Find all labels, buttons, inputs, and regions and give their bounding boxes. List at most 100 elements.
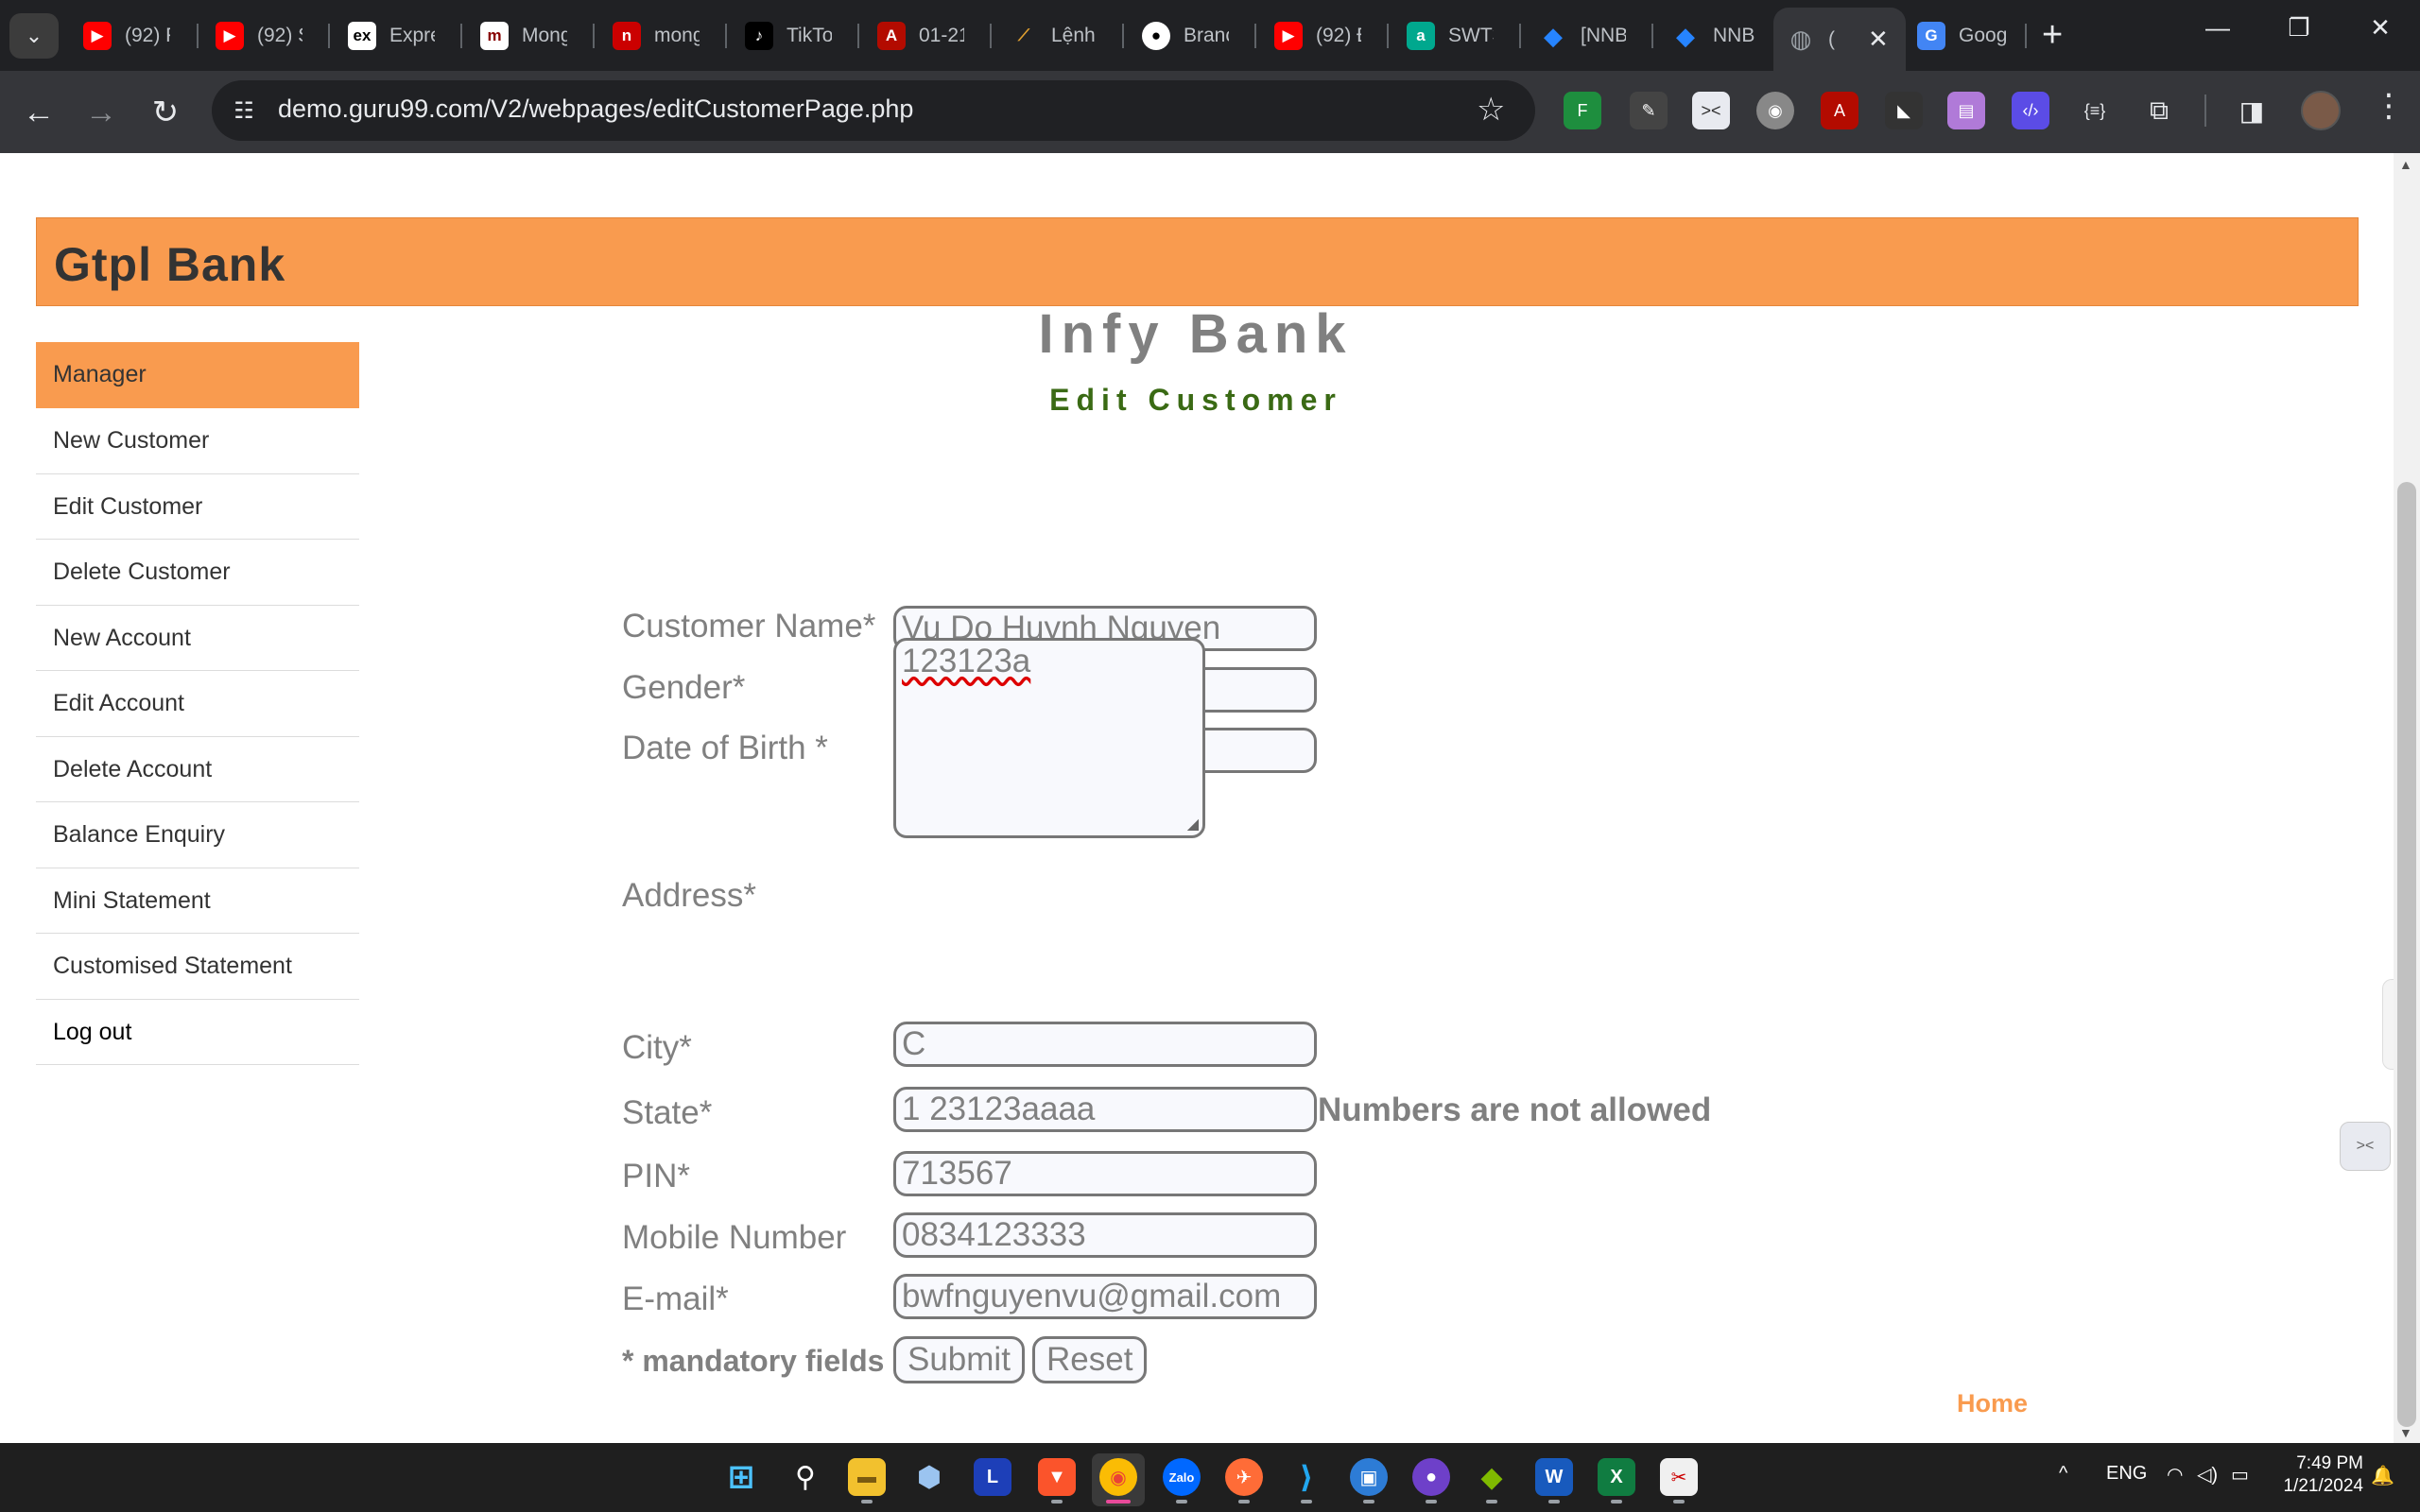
reset-button[interactable]: Reset	[1032, 1336, 1148, 1383]
browser-tab[interactable]: ● Branc	[1129, 8, 1242, 64]
scroll-up-arrow[interactable]: ▲	[2399, 157, 2412, 172]
running-indicator	[1426, 1500, 1437, 1503]
tab-separator	[990, 24, 992, 48]
sourcetree-icon[interactable]: ◆	[1473, 1458, 1511, 1496]
submit-button[interactable]: Submit	[893, 1336, 1025, 1383]
volume-icon[interactable]: ◁)	[2197, 1463, 2218, 1486]
extension-icon[interactable]: ><	[1692, 92, 1730, 129]
menu-item-delete-customer[interactable]: Delete Customer	[36, 540, 359, 606]
menu-item-customised-statement[interactable]: Customised Statement	[36, 934, 359, 1000]
close-window-button[interactable]: ✕	[2352, 13, 2409, 43]
more-menu-icon[interactable]: ⋮	[2373, 87, 2405, 125]
resize-handle-icon[interactable]: ◢	[1187, 815, 1199, 833]
bookmark-star-icon[interactable]: ☆	[1477, 91, 1505, 129]
browser-tab[interactable]: A 01-21	[864, 8, 977, 64]
extension-icon[interactable]: ◉	[1756, 92, 1794, 129]
browser-tab[interactable]: ◆ NNB I	[1658, 8, 1772, 64]
menu-item-delete-account[interactable]: Delete Account	[36, 737, 359, 802]
menu-item-log-out[interactable]: Log out	[36, 1000, 359, 1065]
tray-overflow-icon[interactable]: ^	[2059, 1463, 2067, 1485]
minimize-button[interactable]: —	[2189, 13, 2246, 43]
vscode-icon[interactable]: ⟩	[1288, 1458, 1325, 1496]
wifi-icon[interactable]: ◠	[2167, 1463, 2183, 1486]
l-app-icon[interactable]: L	[974, 1458, 1011, 1496]
menu-item-new-account[interactable]: New Account	[36, 606, 359, 671]
file-explorer-icon[interactable]: ▬	[848, 1458, 886, 1496]
screen-app-icon[interactable]: ▣	[1350, 1458, 1388, 1496]
browser-tab[interactable]: G Goog	[1904, 8, 2027, 64]
pin-field[interactable]: 713567	[893, 1151, 1317, 1196]
word-icon[interactable]: W	[1535, 1458, 1573, 1496]
browser-tab[interactable]: ▶ (92) Đ	[1261, 8, 1374, 64]
sidebar-menu: Manager New Customer Edit Customer Delet…	[36, 342, 359, 1065]
github-desktop-icon[interactable]: ●	[1412, 1458, 1450, 1496]
tab-separator	[1651, 24, 1653, 48]
3d-app-icon[interactable]: ⬢	[910, 1458, 948, 1496]
floating-widget-icon[interactable]: ><	[2340, 1122, 2391, 1171]
restore-button[interactable]: ❐	[2271, 13, 2327, 43]
browser-tab[interactable]: ♪ TikTok	[732, 8, 845, 64]
reload-button[interactable]: ↻	[144, 91, 187, 134]
windows-start-icon[interactable]: ⊞	[722, 1458, 760, 1496]
browser-tab[interactable]: a SWT3	[1393, 8, 1507, 64]
json-extension-icon[interactable]: {≡}	[2076, 92, 2114, 129]
extension-icon[interactable]: ‹/›	[2012, 92, 2049, 129]
menu-item-edit-customer[interactable]: Edit Customer	[36, 474, 359, 540]
browser-tab[interactable]: ▶ (92) S	[202, 8, 316, 64]
language-indicator[interactable]: ENG	[2106, 1463, 2147, 1485]
scroll-down-arrow[interactable]: ▼	[2399, 1425, 2412, 1440]
clock-date: 1/21/2024	[2283, 1476, 2363, 1496]
snipping-tool-icon[interactable]: ✂	[1660, 1458, 1698, 1496]
extension-icon[interactable]: ▤	[1947, 92, 1985, 129]
running-indicator	[1548, 1500, 1560, 1503]
extension-icon[interactable]: F	[1564, 92, 1601, 129]
browser-tab[interactable]: n mong	[599, 8, 713, 64]
state-field[interactable]: 1 23123aaaa	[893, 1087, 1317, 1132]
zalo-icon[interactable]: Zalo	[1163, 1458, 1201, 1496]
tab-search-button[interactable]: ⌄	[9, 13, 59, 59]
chrome-icon[interactable]: ◉	[1099, 1458, 1137, 1496]
menu-item-mini-statement[interactable]: Mini Statement	[36, 868, 359, 934]
home-link[interactable]: Home	[1957, 1389, 2028, 1418]
browser-tab[interactable]: ⟋ Lệnh g	[996, 8, 1110, 64]
browser-tab[interactable]: ex Expre	[335, 8, 448, 64]
close-tab-icon[interactable]: ✕	[1868, 25, 1889, 54]
google-translate-icon: G	[1917, 22, 1945, 50]
jira-icon: ◆	[1544, 21, 1563, 50]
state-error-message: Numbers are not allowed	[1318, 1091, 1712, 1128]
extensions-puzzle-icon[interactable]: ⧉	[2140, 92, 2178, 129]
address-textarea[interactable]: 123123a ◢	[893, 638, 1205, 838]
mobile-field[interactable]: 0834123333	[893, 1212, 1317, 1258]
email-field[interactable]: bwfnguyenvu@gmail.com	[893, 1274, 1317, 1319]
browser-tab-active[interactable]: ◍ ( ✕	[1773, 8, 1906, 71]
site-settings-icon[interactable]: ☷	[229, 95, 259, 126]
side-panel-icon[interactable]: ◨	[2233, 92, 2271, 129]
pdf-extension-icon[interactable]: A	[1821, 92, 1858, 129]
forward-button[interactable]: →	[79, 91, 123, 134]
back-button[interactable]: ←	[17, 91, 60, 134]
tab-separator	[725, 24, 727, 48]
scrollbar-thumb[interactable]	[2397, 482, 2416, 1427]
battery-icon[interactable]: ▭	[2231, 1463, 2249, 1486]
notification-bell-icon[interactable]: 🔔	[2371, 1464, 2394, 1487]
brave-icon[interactable]: ▼	[1038, 1458, 1076, 1496]
extension-icon[interactable]: ✎	[1630, 92, 1668, 129]
browser-tab[interactable]: ◆ [NNB	[1526, 8, 1639, 64]
excel-icon[interactable]: X	[1598, 1458, 1635, 1496]
postman-icon[interactable]: ✈	[1225, 1458, 1263, 1496]
search-icon[interactable]: ⚲	[786, 1458, 824, 1496]
city-field[interactable]: C	[893, 1022, 1317, 1067]
menu-item-balance-enquiry[interactable]: Balance Enquiry	[36, 802, 359, 868]
browser-tab[interactable]: m Mong	[467, 8, 580, 64]
tab-separator	[1254, 24, 1256, 48]
menu-item-manager[interactable]: Manager	[36, 342, 359, 408]
menu-item-new-customer[interactable]: New Customer	[36, 408, 359, 474]
extension-icon[interactable]: ◣	[1885, 92, 1923, 129]
profile-avatar[interactable]	[2301, 91, 2341, 130]
browser-tab[interactable]: ▶ (92) P	[70, 8, 183, 64]
tab-separator	[328, 24, 330, 48]
system-clock[interactable]: 7:49 PM 1/21/2024	[2273, 1452, 2363, 1498]
new-tab-button[interactable]: +	[2042, 17, 2063, 53]
menu-item-edit-account[interactable]: Edit Account	[36, 671, 359, 737]
url-text[interactable]: demo.guru99.com/V2/webpages/editCustomer…	[278, 94, 913, 124]
